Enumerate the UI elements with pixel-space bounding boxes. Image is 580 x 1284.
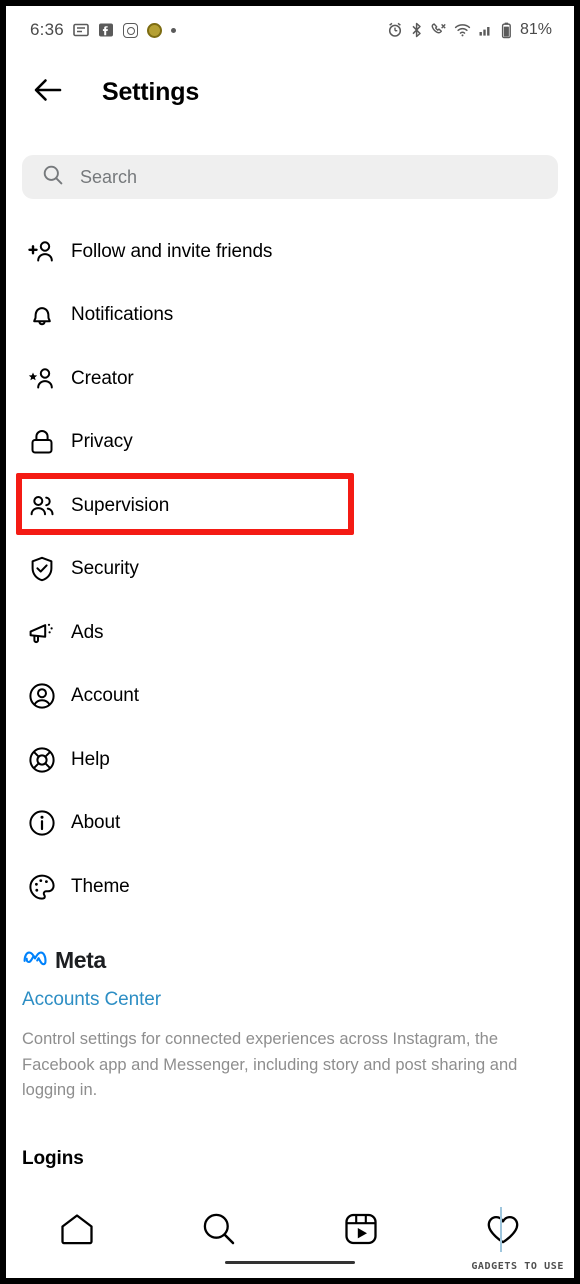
menu-item-label: Help: [71, 748, 110, 770]
menu-item-notifications[interactable]: Notifications: [6, 284, 574, 348]
bottom-navigation: GADGETS TO USE: [6, 1190, 574, 1278]
bluetooth-icon: [410, 22, 423, 38]
menu-item-ads[interactable]: Ads: [6, 601, 574, 665]
battery-percent: 81%: [519, 21, 552, 38]
search-icon: [200, 1210, 238, 1253]
more-dot-icon: [170, 27, 176, 33]
status-bar: 6:36 81%: [6, 6, 574, 54]
coin-app-icon: [146, 22, 162, 38]
person-circle-icon: [22, 682, 62, 710]
battery-icon: [501, 22, 512, 39]
menu-item-security[interactable]: Security: [6, 538, 574, 602]
home-indicator[interactable]: [225, 1261, 355, 1264]
meta-description: Control settings for connected experienc…: [22, 1030, 518, 1100]
search-icon: [42, 164, 64, 191]
call-vibrate-icon: [430, 22, 447, 38]
menu-item-label: Account: [71, 685, 139, 707]
menu-item-label: Security: [71, 558, 139, 580]
menu-item-label: Privacy: [71, 431, 133, 453]
menu-item-label: Follow and invite friends: [71, 240, 273, 262]
menu-item-label: About: [71, 812, 121, 834]
menu-item-account[interactable]: Account: [6, 665, 574, 729]
menu-item-help[interactable]: Help: [6, 728, 574, 792]
logins-heading: Logins: [22, 1147, 84, 1169]
nav-activity[interactable]: [432, 1204, 574, 1258]
meta-infinity-icon: [22, 949, 48, 971]
phone-screen: 6:36 81% Settings Search Follow and invi…: [6, 6, 574, 1278]
menu-item-supervision[interactable]: Supervision: [6, 474, 574, 538]
reels-icon: [342, 1210, 380, 1253]
people-icon: [22, 492, 62, 520]
palette-icon: [22, 873, 62, 901]
menu-item-label: Theme: [71, 875, 130, 897]
bell-icon: [22, 301, 62, 329]
home-icon: [58, 1210, 96, 1253]
menu-item-follow-and-invite-friends[interactable]: Follow and invite friends: [6, 220, 574, 284]
back-button[interactable]: [30, 74, 66, 110]
facebook-messenger-icon: [98, 22, 114, 38]
heart-icon: [484, 1210, 522, 1253]
accounts-center-link[interactable]: Accounts Center: [22, 989, 574, 1011]
decorative-vertical-line: [500, 1207, 502, 1252]
news-icon: [73, 22, 89, 38]
lock-icon: [22, 428, 62, 456]
menu-item-label: Ads: [71, 621, 104, 643]
search-input[interactable]: Search: [22, 155, 558, 199]
status-bar-right: 81%: [387, 21, 552, 39]
back-arrow-icon: [32, 74, 64, 111]
menu-item-privacy[interactable]: Privacy: [6, 411, 574, 475]
alarm-icon: [387, 22, 403, 38]
watermark: GADGETS TO USE: [471, 1261, 564, 1272]
menu-item-theme[interactable]: Theme: [6, 855, 574, 919]
instagram-icon: [122, 22, 138, 38]
meta-brand-label: Meta: [55, 946, 106, 973]
menu-item-label: Creator: [71, 367, 134, 389]
menu-item-label: Notifications: [71, 304, 174, 326]
nav-search[interactable]: [148, 1204, 290, 1258]
info-circle-icon: [22, 809, 62, 837]
status-time: 6:36: [30, 20, 64, 39]
search-placeholder: Search: [80, 166, 138, 187]
status-bar-left: 6:36: [30, 20, 176, 40]
lifebuoy-icon: [22, 746, 62, 774]
wifi-icon: [454, 22, 471, 38]
person-star-icon: [22, 365, 62, 393]
meta-brand-row: Meta: [22, 944, 574, 976]
page-title: Settings: [102, 77, 200, 106]
megaphone-icon: [22, 619, 62, 647]
nav-home[interactable]: [6, 1204, 148, 1258]
shield-check-icon: [22, 555, 62, 583]
page-header: Settings: [6, 54, 574, 130]
meta-section: Meta Accounts Center Control settings fo…: [6, 944, 574, 1170]
nav-reels[interactable]: [290, 1204, 432, 1258]
menu-item-label: Supervision: [71, 494, 170, 516]
menu-item-about[interactable]: About: [6, 792, 574, 856]
menu-item-creator[interactable]: Creator: [6, 347, 574, 411]
settings-menu: Follow and invite friends Notifications …: [6, 220, 574, 919]
person-add-icon: [22, 238, 62, 266]
cellular-signal-icon: [478, 22, 494, 38]
